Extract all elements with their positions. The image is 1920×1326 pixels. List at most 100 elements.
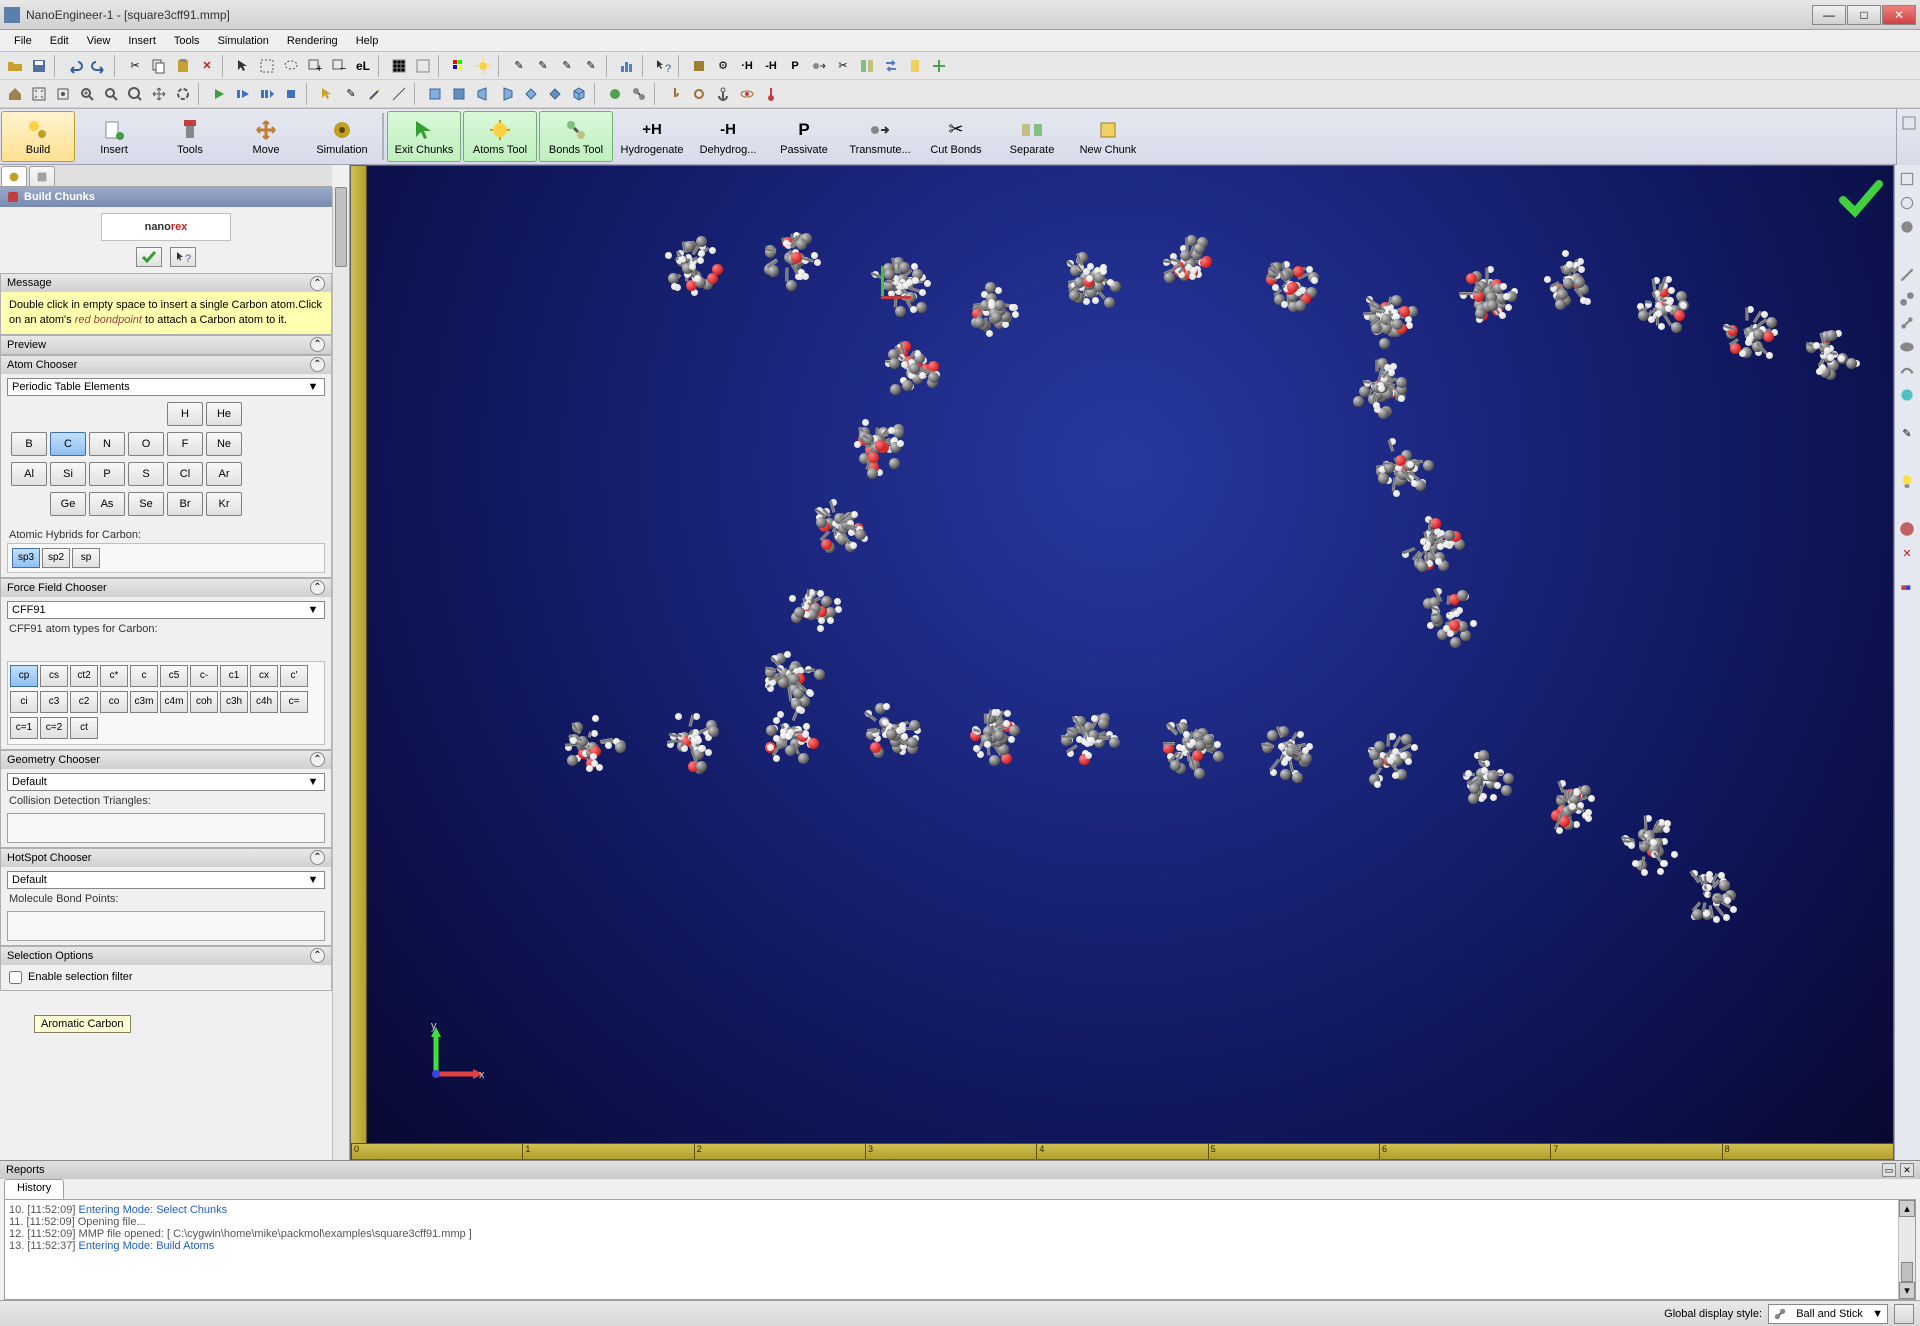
- redo-icon[interactable]: [88, 55, 110, 77]
- scroll-down-icon[interactable]: ▾: [1899, 1282, 1915, 1299]
- ribbon-transmute[interactable]: Transmute...: [843, 111, 917, 162]
- new-icon[interactable]: [904, 55, 926, 77]
- sidebar-tab-1[interactable]: [1, 166, 27, 186]
- element-Se[interactable]: Se: [128, 492, 164, 516]
- view-front-icon[interactable]: [424, 83, 446, 105]
- select-rect-icon[interactable]: [256, 55, 278, 77]
- grid2-icon[interactable]: [412, 55, 434, 77]
- ribbon-cut-bonds[interactable]: ✂Cut Bonds: [919, 111, 993, 162]
- rotate-icon[interactable]: [172, 83, 194, 105]
- h-icon[interactable]: ·H: [736, 55, 758, 77]
- ff-c=[interactable]: c=: [280, 691, 308, 713]
- reports-scrollbar[interactable]: ▴ ▾: [1898, 1200, 1915, 1299]
- save-icon[interactable]: [28, 55, 50, 77]
- rt-display6-icon[interactable]: [1897, 385, 1917, 405]
- element-He[interactable]: He: [206, 402, 242, 426]
- light-icon[interactable]: [472, 55, 494, 77]
- ff-cx[interactable]: cx: [250, 665, 278, 687]
- collapse-icon[interactable]: ⌃: [310, 752, 325, 767]
- cut-icon[interactable]: ✂: [124, 55, 146, 77]
- edit-icon[interactable]: ✎: [508, 55, 530, 77]
- paste-icon[interactable]: [172, 55, 194, 77]
- view-top-icon[interactable]: [520, 83, 542, 105]
- element-H[interactable]: H: [167, 402, 203, 426]
- ff-c5[interactable]: c5: [160, 665, 188, 687]
- sel-wand-icon[interactable]: [364, 83, 386, 105]
- element-Cl[interactable]: Cl: [167, 462, 203, 486]
- step2-icon[interactable]: [256, 83, 278, 105]
- zoom-in-icon[interactable]: [76, 83, 98, 105]
- grid-icon[interactable]: [388, 55, 410, 77]
- ribbon-passivate[interactable]: PPassivate: [767, 111, 841, 162]
- hotspot-textbox[interactable]: [7, 911, 325, 941]
- element-Al[interactable]: Al: [11, 462, 47, 486]
- atom-chooser-header[interactable]: Atom Chooser⌃: [1, 356, 331, 374]
- rt-display5-icon[interactable]: [1897, 361, 1917, 381]
- rt-display1-icon[interactable]: [1897, 265, 1917, 285]
- close-button[interactable]: ✕: [1882, 5, 1916, 25]
- menu-help[interactable]: Help: [348, 33, 387, 49]
- element-Ge[interactable]: Ge: [50, 492, 86, 516]
- ribbon-tools[interactable]: Tools: [153, 111, 227, 162]
- rt-display4-icon[interactable]: [1897, 337, 1917, 357]
- geom-dropdown[interactable]: Default▼: [7, 773, 325, 791]
- select-add-icon[interactable]: +: [304, 55, 326, 77]
- collapse-icon[interactable]: ⌃: [310, 337, 325, 352]
- minimize-button[interactable]: —: [1812, 5, 1846, 25]
- ff-c1[interactable]: c1: [220, 665, 248, 687]
- rt-style1-icon[interactable]: [1897, 169, 1917, 189]
- home-icon[interactable]: [4, 83, 26, 105]
- element-B[interactable]: B: [11, 432, 47, 456]
- edit3-icon[interactable]: ✎: [556, 55, 578, 77]
- collapse-icon[interactable]: ⌃: [310, 850, 325, 865]
- collapse-icon[interactable]: ⌃: [310, 276, 325, 291]
- ff-c=2[interactable]: c=2: [40, 717, 68, 739]
- menu-file[interactable]: File: [6, 33, 40, 49]
- ff-c-[interactable]: c-: [190, 665, 218, 687]
- trans-icon[interactable]: [808, 55, 830, 77]
- element-F[interactable]: F: [167, 432, 203, 456]
- reports-body[interactable]: 10. [11:52:09] Entering Mode: Select Chu…: [4, 1199, 1916, 1300]
- rt-display2-icon[interactable]: [1897, 289, 1917, 309]
- hybrid-sp3[interactable]: sp3: [12, 548, 40, 568]
- ff-c3[interactable]: c3: [40, 691, 68, 713]
- copy-icon[interactable]: [148, 55, 170, 77]
- ribbon-atoms-tool[interactable]: Atoms Tool: [463, 111, 537, 162]
- hybrid-sp2[interactable]: sp2: [42, 548, 70, 568]
- pan-icon[interactable]: [148, 83, 170, 105]
- atom-chooser-dropdown[interactable]: Periodic Table Elements▼: [7, 378, 325, 396]
- zoom-fit-icon[interactable]: [52, 83, 74, 105]
- hybrid-sp[interactable]: sp: [72, 548, 100, 568]
- menu-tools[interactable]: Tools: [166, 33, 208, 49]
- element-Kr[interactable]: Kr: [206, 492, 242, 516]
- play-icon[interactable]: [208, 83, 230, 105]
- view-left-icon[interactable]: [472, 83, 494, 105]
- menu-view[interactable]: View: [79, 33, 119, 49]
- swap-icon[interactable]: [880, 55, 902, 77]
- menu-simulation[interactable]: Simulation: [210, 33, 277, 49]
- ff-c3h[interactable]: c3h: [220, 691, 248, 713]
- selopt-header[interactable]: Selection Options⌃: [1, 947, 331, 965]
- thermo-icon[interactable]: [760, 83, 782, 105]
- view-bottom-icon[interactable]: [544, 83, 566, 105]
- view-right-icon[interactable]: [496, 83, 518, 105]
- ff-cp[interactable]: cp: [10, 665, 38, 687]
- menu-insert[interactable]: Insert: [120, 33, 164, 49]
- element-icon[interactable]: eL: [352, 55, 374, 77]
- rt-style2-icon[interactable]: [1897, 193, 1917, 213]
- ff-ct2[interactable]: ct2: [70, 665, 98, 687]
- ribbon-insert[interactable]: Insert: [77, 111, 151, 162]
- element-P[interactable]: P: [89, 462, 125, 486]
- scroll-up-icon[interactable]: ▴: [1899, 1200, 1915, 1217]
- view-iso-icon[interactable]: [568, 83, 590, 105]
- ribbon-dehydrog[interactable]: -HDehydrog...: [691, 111, 765, 162]
- p-icon[interactable]: P: [784, 55, 806, 77]
- ribbon-move[interactable]: Move: [229, 111, 303, 162]
- rt-flag-icon[interactable]: [1897, 581, 1917, 601]
- edit4-icon[interactable]: ✎: [580, 55, 602, 77]
- obj-sphere-icon[interactable]: [604, 83, 626, 105]
- center-icon[interactable]: [928, 55, 950, 77]
- sim1-icon[interactable]: [688, 55, 710, 77]
- zoom-icon[interactable]: [100, 83, 122, 105]
- loop-icon[interactable]: [688, 83, 710, 105]
